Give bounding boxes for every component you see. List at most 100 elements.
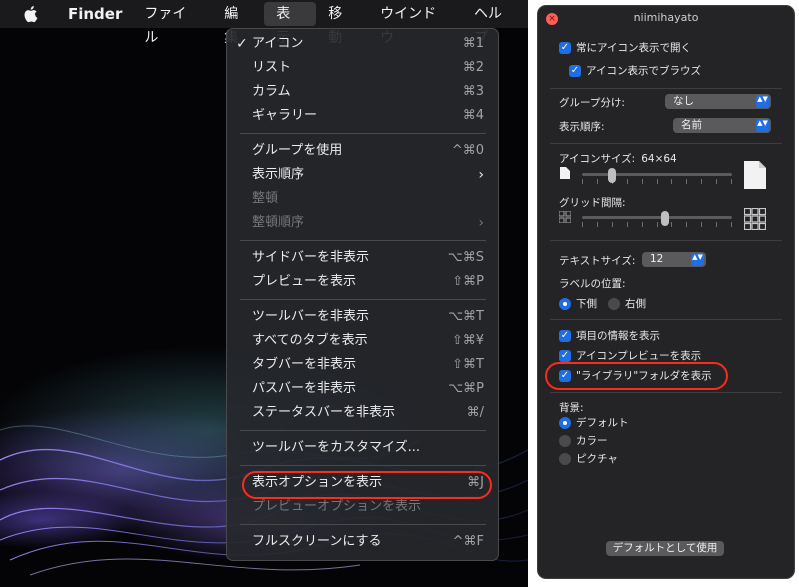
radio-label: 下側 [576,298,597,310]
menu-finder[interactable]: Finder [56,2,132,26]
slider-tick [731,222,732,227]
section-divider [550,240,782,241]
radio-unselected-icon [608,297,620,310]
menu-item-label: タブバーを非表示 [252,357,357,372]
slider-tick [641,179,643,184]
section-divider [550,143,782,144]
apple-logo-icon[interactable] [22,5,38,23]
menu-item-hide-sidebar[interactable]: サイドバーを非表示 ⌥⌘S [227,246,498,270]
section-divider [550,392,782,393]
text-size-popup[interactable]: 12 ▲▼ [642,252,706,267]
menu-item-label: すべてのタブを表示 [252,333,368,348]
menu-item-gallery[interactable]: ギャラリー ⌘4 [227,104,498,128]
show-icon-preview-checkbox[interactable]: ✓ アイコンプレビューを表示 [559,348,701,363]
menu-file[interactable]: ファイル [132,2,212,46]
grid-spacing-label: グリッド間隔: [559,195,626,210]
slider-track [582,216,732,219]
checkbox-label: アイコン表示でブラウズ [586,65,701,77]
menu-item-label: グループを使用 [252,143,343,158]
label-position-label-text: ラベルの位置: [559,278,626,290]
always-open-in-icon-view-checkbox[interactable]: ✓ 常にアイコン表示で開く [559,40,691,55]
background-color-radio[interactable]: カラー [559,433,608,448]
icon-size-value: 64×64 [641,152,677,165]
slider-tick [596,222,598,227]
slider-knob[interactable] [660,211,669,226]
slider-knob[interactable] [608,168,616,183]
menu-go[interactable]: 移動 [316,2,368,46]
background-default-radio[interactable]: デフォルト [559,415,629,430]
menu-item-hide-status-bar[interactable]: ステータスバーを非表示 ⌘/ [227,401,498,425]
icon-size-label-text: アイコンサイズ: [559,153,636,165]
slider-tick [626,179,628,184]
show-item-info-checkbox[interactable]: ✓ 項目の情報を表示 [559,328,660,343]
large-document-icon [744,161,766,189]
menu-item-shortcut: ⇧⌘P [452,274,484,289]
menu-item-show-all-tabs[interactable]: すべてのタブを表示 ⇧⌘¥ [227,329,498,353]
slider-tick [686,222,688,227]
panel-titlebar: × niimihayato [538,6,794,30]
menu-item-label: ツールバーを非表示 [252,309,370,324]
sort-by-popup[interactable]: 名前 ▲▼ [673,118,771,133]
submenu-arrow-icon: › [478,167,484,183]
menu-item-label: ツールバーをカスタマイズ... [252,440,421,455]
submenu-arrow-icon: › [478,215,484,231]
checkbox-label: 項目の情報を表示 [576,330,660,342]
menu-item-shortcut: ⇧⌘¥ [451,333,484,348]
label-position-bottom-radio[interactable]: 下側 [559,296,597,311]
menu-item-shortcut: ⌥⌘S [447,250,484,265]
group-by-label: グループ分け: [559,95,625,110]
menu-help[interactable]: ヘルプ [462,2,528,46]
text-size-label-text: テキストサイズ: [559,255,636,267]
radio-label: デフォルト [576,417,629,429]
panel-title: niimihayato [633,11,699,24]
close-icon[interactable]: × [546,13,558,25]
menu-view[interactable]: 表示 [264,2,317,46]
small-grid-icon [559,211,571,223]
menu-item-hide-toolbar[interactable]: ツールバーを非表示 ⌥⌘T [227,305,498,329]
menu-separator [240,430,486,431]
radio-label: 右側 [625,298,646,310]
slider-tick [671,179,673,184]
view-menu-dropdown: ✓ アイコン ⌘1 リスト ⌘2 カラム ⌘3 ギャラリー ⌘4 グループを使用… [226,28,499,561]
menu-item-use-groups[interactable]: グループを使用 ^⌘0 [227,139,498,163]
menu-item-label: 整頓 [252,191,279,206]
chevron-updown-icon: ▲▼ [756,119,769,132]
menu-item-icons[interactable]: ✓ アイコン ⌘1 [227,32,498,56]
radio-unselected-icon [559,452,571,465]
slider-tick [686,179,688,184]
menu-item-columns[interactable]: カラム ⌘3 [227,80,498,104]
background-picture-radio[interactable]: ピクチャ [559,451,618,466]
label-position-right-radio[interactable]: 右側 [608,296,646,311]
menu-window[interactable]: ウインドウ [368,2,462,46]
slider-tick [671,222,673,227]
use-as-defaults-button[interactable]: デフォルトとして使用 [606,541,724,556]
menu-item-enter-full-screen[interactable]: フルスクリーンにする ^⌘F [227,530,498,554]
slider-tick [716,179,718,184]
menu-item-shortcut: ⌘4 [462,108,484,123]
menu-item-customize-toolbar[interactable]: ツールバーをカスタマイズ... [227,436,498,460]
grid-spacing-label-text: グリッド間隔: [559,197,626,209]
menu-item-show-preview[interactable]: プレビューを表示 ⇧⌘P [227,270,498,294]
menu-item-list[interactable]: リスト ⌘2 [227,56,498,80]
slider-tick [701,222,703,227]
menu-item-label: カラム [252,84,291,99]
menu-separator [240,133,486,134]
slider-tick [626,222,628,227]
menu-item-shortcut: ⇧⌘T [452,357,484,372]
checkbox-checked-icon: ✓ [569,64,581,77]
menu-item-label: 整頓順序 [252,215,305,230]
sort-by-label: 表示順序: [559,119,605,134]
menu-item-hide-path-bar[interactable]: パスバーを非表示 ⌥⌘P [227,377,498,401]
checkbox-label: 常にアイコン表示で開く [576,42,691,54]
radio-unselected-icon [559,434,571,447]
menu-item-hide-tab-bar[interactable]: タブバーを非表示 ⇧⌘T [227,353,498,377]
text-size-label: テキストサイズ: [559,253,635,268]
menu-item-sort-by[interactable]: 表示順序 › [227,163,498,187]
slider-tick [731,179,732,184]
group-by-popup[interactable]: なし ▲▼ [665,94,771,109]
menu-bar: Finder ファイル 編集 表示 移動 ウインドウ ヘルプ [0,0,528,46]
menu-edit[interactable]: 編集 [212,2,264,46]
menu-separator [240,299,486,300]
browse-in-icon-view-checkbox[interactable]: ✓ アイコン表示でブラウズ [569,63,701,78]
checkbox-checked-icon: ✓ [559,329,571,342]
